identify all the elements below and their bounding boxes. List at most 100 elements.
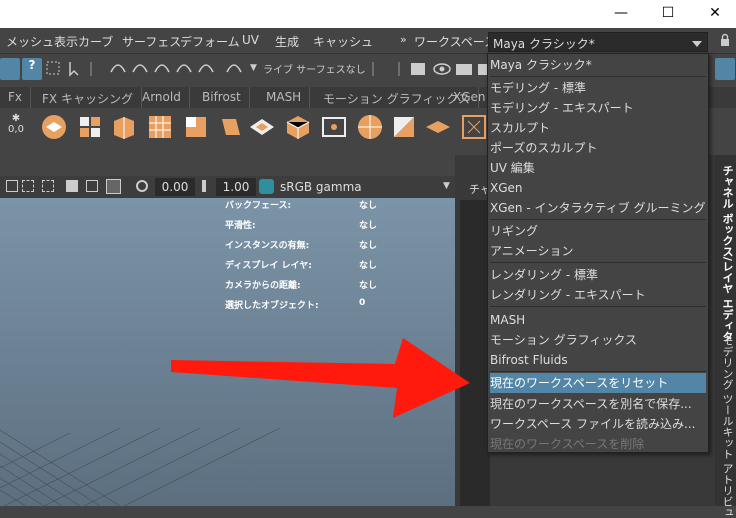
tab-fx-caching[interactable]: FX キャッシング <box>34 87 142 108</box>
window-titlebar: — ☐ ✕ <box>0 0 736 28</box>
hud-label: インスタンスの有無: <box>225 241 310 251</box>
snap-view-icon[interactable] <box>174 58 194 80</box>
shelf-sphere-grid-icon[interactable] <box>356 113 384 141</box>
viewport-toolbar: 0.00 1.00 sRGB gamma ▼ <box>0 176 455 198</box>
menu-separator <box>490 76 706 77</box>
dd-reset-workspace[interactable]: 現在のワークスペースをリセット <box>490 373 706 393</box>
menu-uv[interactable]: UV <box>242 33 259 47</box>
shelf-split-icon[interactable] <box>390 113 418 141</box>
vp-wire-icon[interactable] <box>86 180 98 192</box>
shelf-edge-loop-icon[interactable] <box>320 113 348 141</box>
shelf-sphere-icon[interactable] <box>40 113 68 141</box>
hud-label: 平滑性: <box>225 221 256 231</box>
menu-separator <box>490 262 706 263</box>
dd-maya-classic[interactable]: Maya クラシック* <box>490 55 706 75</box>
snap-surface-icon[interactable] <box>196 58 216 80</box>
dropdown-arrow-icon[interactable]: ▼ <box>250 63 257 73</box>
snowflake-icon[interactable]: ✱ 0,0 <box>2 113 30 141</box>
workspace-select-value: Maya クラシック* <box>493 37 595 51</box>
vp-region-icon[interactable] <box>42 180 54 192</box>
dd-sculpting[interactable]: スカルプト <box>490 118 706 138</box>
menu-cache[interactable]: キャッシュ <box>313 33 373 50</box>
snap-curve-icon[interactable] <box>130 58 150 80</box>
menu-surfaces[interactable]: サーフェス <box>122 33 181 50</box>
exposure-field[interactable]: 0.00 <box>155 178 195 196</box>
hud-label: 選択したオブジェクト: <box>225 301 319 311</box>
separator-icon <box>396 58 402 80</box>
dd-rendering-standard[interactable]: レンダリング - 標準 <box>490 265 706 285</box>
menu-separator <box>490 306 706 307</box>
hud-value: なし <box>359 281 378 291</box>
colorspace-dropdown-icon[interactable]: ▼ <box>443 181 450 191</box>
hud-label: カメラからの距離: <box>225 281 301 291</box>
workspace-select[interactable]: Maya クラシック* <box>488 32 708 52</box>
color-management-icon[interactable] <box>259 179 274 194</box>
select-lock-icon[interactable] <box>44 58 64 80</box>
dd-save-workspace-as[interactable]: 現在のワークスペースを別名で保存... <box>490 394 706 414</box>
vp-isolate-icon[interactable] <box>66 180 78 192</box>
help-icon[interactable]: ? <box>22 58 42 80</box>
snap-live-icon[interactable] <box>224 58 244 80</box>
dd-motion-graphics[interactable]: モーション グラフィックス <box>490 330 706 350</box>
snap-grid-icon[interactable] <box>108 58 128 80</box>
tab-arnold[interactable]: Arnold <box>134 87 190 108</box>
shelf-plane-icon[interactable] <box>248 113 276 141</box>
select-cursor-icon[interactable] <box>64 58 84 80</box>
colorspace-select[interactable]: sRGB gamma <box>280 180 362 194</box>
tab-channel-box[interactable]: チャネル ボックス/レイヤ エディタ <box>719 165 735 342</box>
dd-uv-editing[interactable]: UV 編集 <box>490 158 706 178</box>
dd-animation[interactable]: アニメーション <box>490 241 706 261</box>
chevron-down-icon <box>692 37 702 51</box>
dd-modeling-standard[interactable]: モデリング - 標準 <box>490 78 706 98</box>
tab-fx[interactable]: Fx <box>0 87 32 108</box>
dd-rendering-expert[interactable]: レンダリング - エキスパート <box>490 285 706 305</box>
hud-label: ディスプレイ レイヤ: <box>225 261 312 271</box>
tab-modeling-toolkit[interactable]: モデリング ツールキット <box>719 335 735 460</box>
dd-pose-sculpting[interactable]: ポーズのスカルプト <box>490 138 706 158</box>
clapper-icon[interactable] <box>454 58 474 80</box>
dd-rigging[interactable]: リギング <box>490 221 706 241</box>
vp-xray-icon[interactable] <box>106 179 121 194</box>
snap-point-icon[interactable] <box>152 58 172 80</box>
tab-mash[interactable]: MASH <box>258 87 311 108</box>
red-arrow-annotation <box>171 338 470 418</box>
dd-xgen-interactive[interactable]: XGen - インタラクティブ グルーミング <box>490 198 706 218</box>
shelf-grid-icon[interactable] <box>146 113 174 141</box>
grid-icon[interactable] <box>0 58 20 80</box>
render-view-icon[interactable] <box>410 58 426 80</box>
hud-value: なし <box>359 241 378 251</box>
vp-select-icon[interactable] <box>22 180 34 192</box>
shelf-quad-icon[interactable] <box>182 113 210 141</box>
gamma-icon <box>202 180 212 192</box>
shelf-flat-icon[interactable] <box>424 113 452 141</box>
dd-load-workspace-file[interactable]: ワークスペース ファイルを読み込み... <box>490 414 706 434</box>
dd-bifrost-fluids[interactable]: Bifrost Fluids <box>490 350 706 370</box>
layers-icon[interactable] <box>715 58 735 80</box>
menu-separator <box>490 371 706 372</box>
eye-icon[interactable] <box>432 58 452 80</box>
lock-icon[interactable] <box>720 33 730 47</box>
gamma-field[interactable]: 1.00 <box>216 178 256 196</box>
shelf-select-icon[interactable] <box>460 113 488 141</box>
menu-generate[interactable]: 生成 <box>275 33 299 50</box>
menu-curves[interactable]: カーブ <box>78 33 113 50</box>
menu-mesh-display[interactable]: メッシュ表示 <box>6 33 78 50</box>
tab-attribute-editor[interactable]: アトリビュ <box>719 463 735 518</box>
dd-mash[interactable]: MASH <box>490 310 706 330</box>
shelf-bevel-icon[interactable] <box>216 113 244 141</box>
tab-bifrost[interactable]: Bifrost <box>194 87 250 108</box>
separator-icon <box>370 58 376 80</box>
shelf-extrude-icon[interactable] <box>110 113 138 141</box>
maximize-button[interactable]: ☐ <box>645 0 691 28</box>
dd-xgen[interactable]: XGen <box>490 178 706 198</box>
minimize-button[interactable]: — <box>598 0 644 28</box>
vp-frame-icon[interactable] <box>6 180 18 192</box>
shelf-cube-icon[interactable] <box>284 113 312 141</box>
menu-overflow[interactable]: » <box>400 33 407 46</box>
close-button[interactable]: ✕ <box>692 0 736 28</box>
workspace-dropdown-menu: Maya クラシック* モデリング - 標準 モデリング - エキスパート スカ… <box>487 53 709 453</box>
dd-modeling-expert[interactable]: モデリング - エキスパート <box>490 98 706 118</box>
shelf-cubes-icon[interactable] <box>76 113 104 141</box>
menu-deform[interactable]: デフォーム <box>180 33 240 50</box>
hud-value: 0 <box>359 298 366 308</box>
